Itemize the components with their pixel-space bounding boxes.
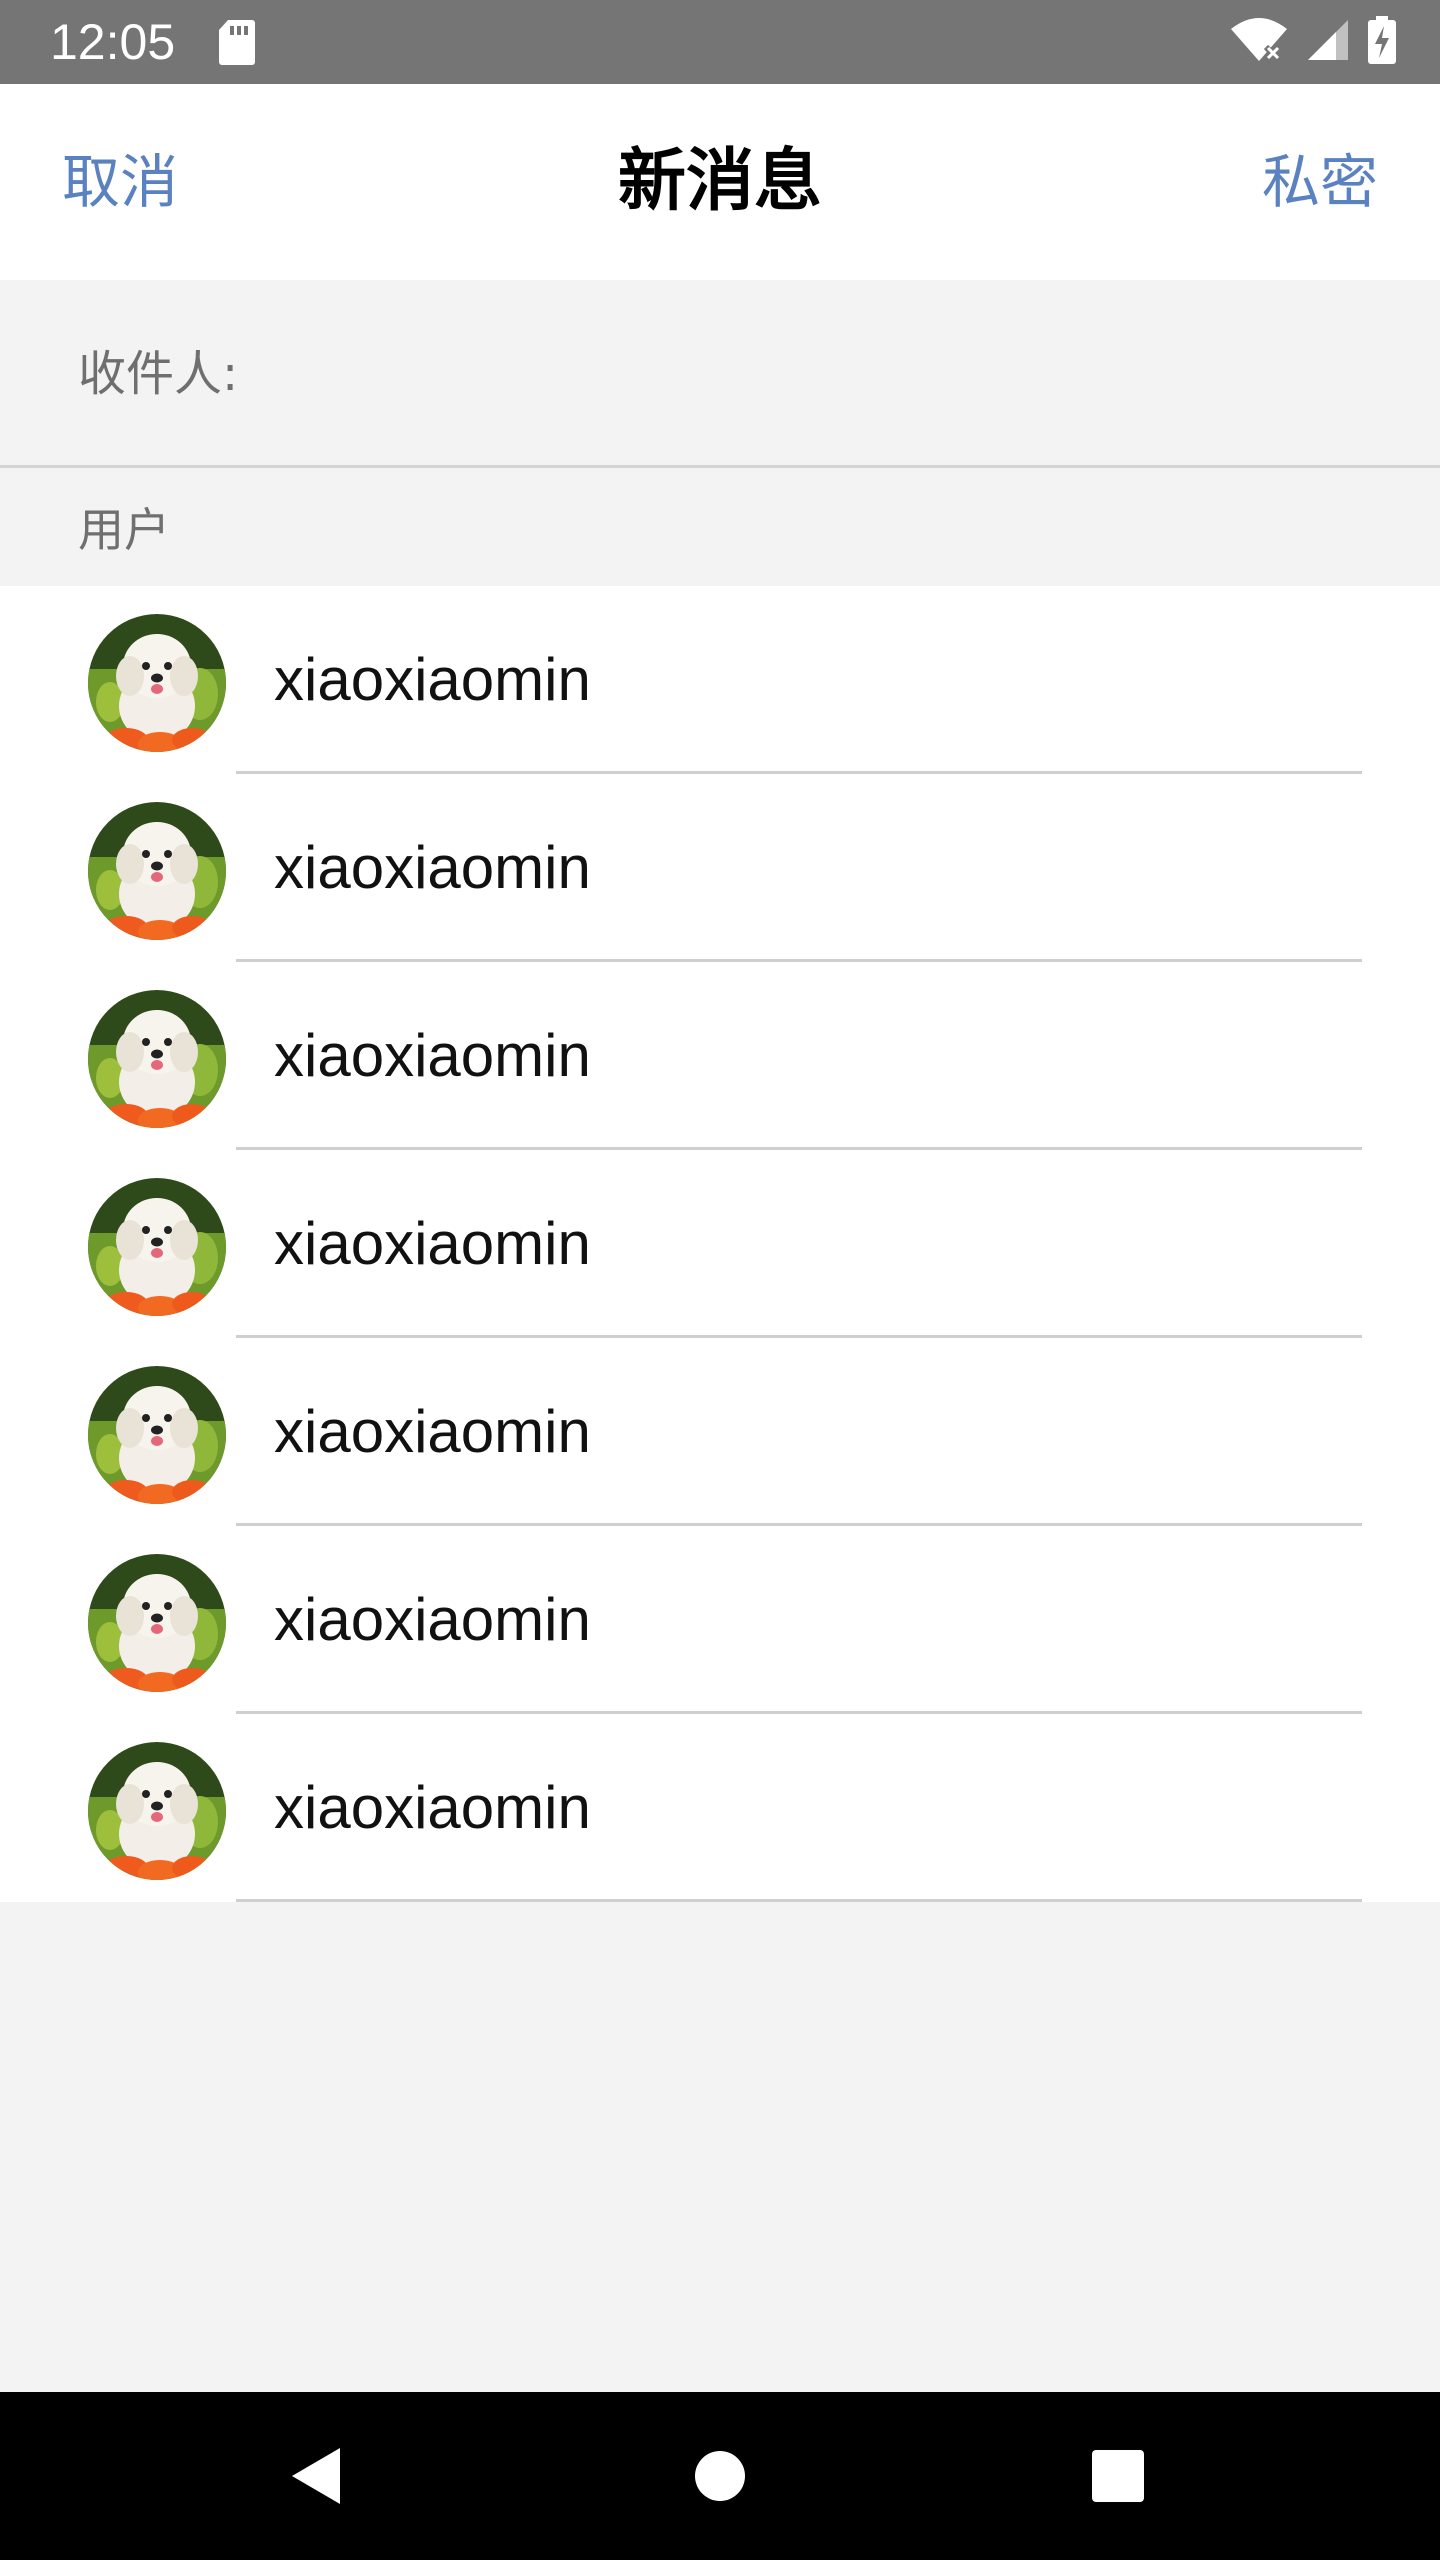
divider — [236, 1899, 1362, 1902]
user-row[interactable]: xiaoxiaomin — [0, 1526, 1440, 1714]
header: 取消 新消息 私密 — [0, 84, 1440, 280]
user-row[interactable]: xiaoxiaomin — [0, 586, 1440, 774]
recipient-input[interactable] — [250, 320, 1394, 430]
user-row[interactable]: xiaoxiaomin — [0, 1338, 1440, 1526]
wifi-icon — [1230, 17, 1288, 67]
avatar — [88, 802, 226, 940]
navigation-bar — [0, 2392, 1440, 2560]
page-title: 新消息 — [617, 142, 822, 221]
status-bar: 12:05 — [0, 0, 1440, 84]
recents-icon[interactable] — [1078, 2436, 1158, 2516]
user-name: xiaoxiaomin — [274, 1586, 591, 1653]
avatar — [88, 990, 226, 1128]
user-row[interactable]: xiaoxiaomin — [0, 962, 1440, 1150]
user-row[interactable]: xiaoxiaomin — [0, 1714, 1440, 1902]
battery-charging-icon — [1368, 16, 1396, 68]
user-name: xiaoxiaomin — [274, 646, 591, 713]
avatar — [88, 1742, 226, 1880]
back-icon[interactable] — [278, 2436, 358, 2516]
user-name: xiaoxiaomin — [274, 1022, 591, 1089]
avatar — [88, 614, 226, 752]
avatar — [88, 1366, 226, 1504]
section-label: 用户 — [78, 503, 170, 557]
status-time: 12:05 — [50, 14, 176, 70]
user-name: xiaoxiaomin — [274, 834, 591, 901]
home-icon[interactable] — [680, 2436, 760, 2516]
user-list: xiaoxiaomin xiaoxiaomin xiaoxiaomin xiao… — [0, 586, 1440, 1902]
user-row[interactable]: xiaoxiaomin — [0, 774, 1440, 962]
sd-card-icon — [218, 18, 256, 66]
recipient-label: 收件人: — [78, 346, 239, 402]
recipient-row: 收件人: — [0, 280, 1440, 468]
section-header: 用户 — [0, 468, 1440, 586]
avatar — [88, 1554, 226, 1692]
user-name: xiaoxiaomin — [274, 1210, 591, 1277]
status-icons — [1230, 16, 1396, 68]
user-row[interactable]: xiaoxiaomin — [0, 1150, 1440, 1338]
user-name: xiaoxiaomin — [274, 1774, 591, 1841]
signal-icon — [1306, 18, 1350, 66]
avatar — [88, 1178, 226, 1316]
private-button[interactable]: 私密 — [1262, 84, 1378, 280]
user-name: xiaoxiaomin — [274, 1398, 591, 1465]
